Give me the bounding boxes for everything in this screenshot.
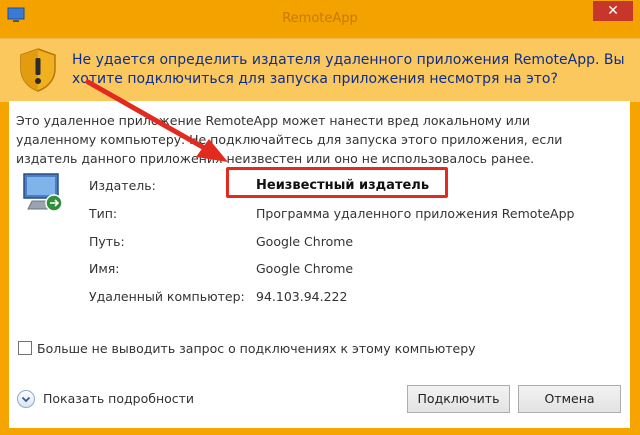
dont-ask-label[interactable]: Больше не выводить запрос о подключениях… [37,341,476,356]
close-button[interactable]: ✕ [593,1,633,21]
show-details-label[interactable]: Показать подробности [43,391,194,406]
remote-computer-label: Удаленный компьютер: [89,289,245,304]
warning-message: Не удается определить издателя удаленног… [72,52,625,87]
path-label: Путь: [89,234,125,249]
description-text: Это удаленное приложение RemoteApp может… [16,113,563,166]
name-value: Google Chrome [256,261,354,276]
window-title: RemoteApp [282,11,358,26]
publisher-label: Издатель: [89,178,156,193]
dialog-body: Это удаленное приложение RemoteApp может… [9,101,630,428]
dont-ask-checkbox[interactable] [18,341,32,355]
path-value: Google Chrome [256,234,354,249]
connect-button[interactable]: Подключить [407,385,510,413]
type-value: Программа удаленного приложения RemoteAp… [256,206,575,221]
title-bar[interactable]: RemoteApp ✕ [0,0,640,38]
name-label: Имя: [89,261,120,276]
remote-computer-icon [23,173,63,212]
warning-banner: Не удается определить издателя удаленног… [0,38,640,102]
type-label: Тип: [89,206,118,221]
remoteapp-dialog: RemoteApp ✕ Не удается определить издате… [0,0,640,435]
shield-warning-icon [20,48,56,92]
chevron-down-icon[interactable] [17,390,35,408]
publisher-highlight [226,167,448,198]
cancel-button[interactable]: Отмена [518,385,621,413]
remote-computer-value: 94.103.94.222 [256,289,348,304]
